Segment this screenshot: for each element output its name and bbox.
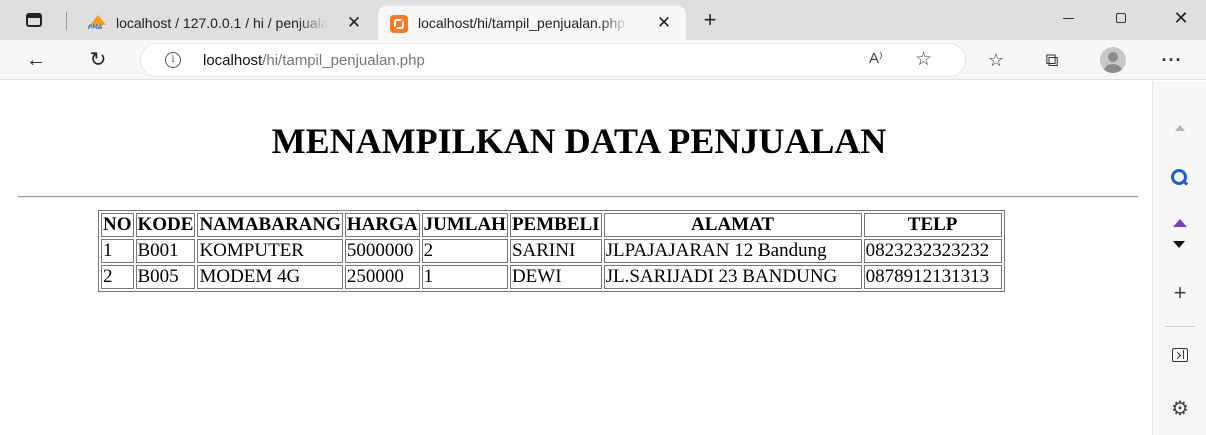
minimize-button[interactable] [1045,0,1091,36]
table-cell: B005 [135,265,196,289]
table-cell: MODEM 4G [197,265,343,289]
table-cell: 250000 [344,265,420,289]
tab-separator [66,12,67,30]
address-bar[interactable]: i localhost/hi/tampil_penjualan.php A⁾ ☆ [140,43,966,77]
xampp-icon [390,15,408,33]
url-text[interactable]: localhost/hi/tampil_penjualan.php [203,52,425,69]
table-cell: 1 [101,239,134,263]
column-header: KODE [135,213,196,237]
url-path: /hi/tampil_penjualan.php [262,52,425,69]
phpmyadmin-icon: PMA [88,15,108,31]
tab-title: localhost / 127.0.0.1 / hi / penjualan [116,15,328,31]
column-header: NAMABARANG [197,213,343,237]
tab-phpmyadmin[interactable]: PMA localhost / 127.0.0.1 / hi / penjual… [76,6,376,40]
add-icon[interactable]: + [1168,281,1192,305]
page-content: MENAMPILKAN DATA PENJUALAN NO KODE NAMAB… [0,81,1152,435]
back-button[interactable]: ← [22,46,50,74]
tab-tampil-penjualan[interactable]: localhost/hi/tampil_penjualan.php ✕ [378,6,686,40]
table-row: 1 B001 KOMPUTER 5000000 2 SARINI JLPAJAJ… [101,239,1002,263]
url-host: localhost [203,52,263,69]
column-header: JUMLAH [421,213,508,237]
table-cell: KOMPUTER [197,239,343,263]
table-cell: 1 [421,265,508,289]
browser-toolbar: ← ↻ i localhost/hi/tampil_penjualan.php … [0,40,1206,80]
more-menu-icon[interactable]: ··· [1160,48,1184,72]
table-cell: JL.SARIJADI 23 BANDUNG [603,265,862,289]
tab-title: localhost/hi/tampil_penjualan.php [418,15,626,31]
table-row: 2 B005 MODEM 4G 250000 1 DEWI JL.SARIJAD… [101,265,1002,289]
new-tab-button[interactable]: + [698,9,722,33]
table-cell: 0878912131313 [863,265,1002,289]
tab-strip: PMA localhost / 127.0.0.1 / hi / penjual… [0,0,1206,40]
read-aloud-icon[interactable]: A⁾ [869,49,883,67]
hide-sidebar-icon[interactable] [1172,348,1188,362]
sidebar-divider [1165,326,1195,327]
maximize-icon [1116,13,1126,24]
table-cell: DEWI [509,265,602,289]
search-icon[interactable] [1171,169,1189,187]
tab-close-icon[interactable]: ✕ [344,13,364,33]
table-cell: JLPAJAJARAN 12 Bandung [603,239,862,263]
edge-sidebar: + ⚙ [1152,81,1206,435]
column-header: PEMBELI [509,213,602,237]
favorites-icon[interactable]: ☆ [984,48,1008,72]
add-favorite-icon[interactable]: ☆ [915,48,932,71]
horizontal-rule [18,196,1138,198]
collections-icon[interactable]: ⧉ [1040,48,1064,72]
info-icon[interactable]: i [165,52,181,68]
table-cell: B001 [135,239,196,263]
table-header-row: NO KODE NAMABARANG HARGA JUMLAH PEMBELI … [101,213,1002,237]
minimize-icon [1062,17,1074,19]
tab-actions-icon[interactable] [26,13,42,27]
table-cell: 2 [101,265,134,289]
sales-table: NO KODE NAMABARANG HARGA JUMLAH PEMBELI … [98,210,1005,292]
reload-button[interactable]: ↻ [84,46,112,74]
column-header: HARGA [344,213,420,237]
column-header: TELP [863,213,1002,237]
settings-gear-icon[interactable]: ⚙ [1168,397,1192,421]
profile-avatar[interactable] [1100,47,1126,73]
maximize-button[interactable] [1098,0,1144,36]
table-cell: 0823232323232 [863,239,1002,263]
tab-close-icon[interactable]: ✕ [654,13,674,33]
column-header: ALAMAT [603,213,862,237]
close-window-button[interactable]: ✕ [1158,0,1204,36]
table-cell: 2 [421,239,508,263]
scroll-up-arrow-icon[interactable] [1175,125,1185,131]
chevron-down-icon[interactable] [1173,241,1185,248]
table-cell: SARINI [509,239,602,263]
page-title: MENAMPILKAN DATA PENJUALAN [271,121,887,161]
sidebar-app-icon[interactable] [1173,219,1187,227]
column-header: NO [101,213,134,237]
table-cell: 5000000 [344,239,420,263]
